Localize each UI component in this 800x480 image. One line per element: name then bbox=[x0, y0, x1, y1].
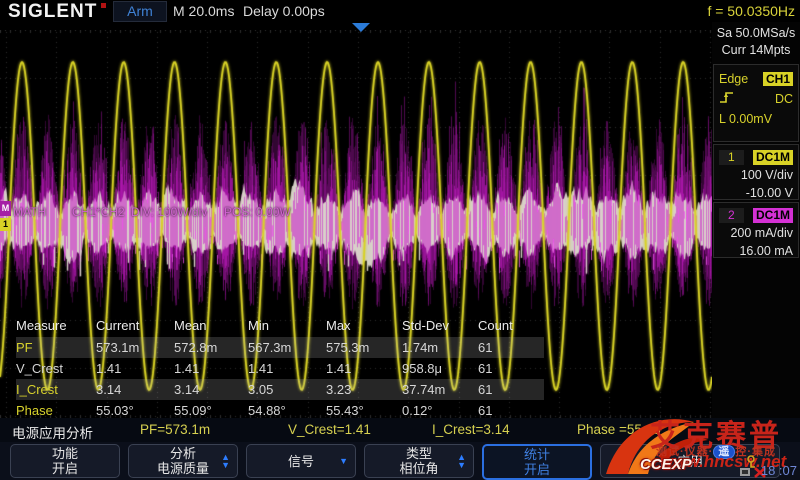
down-arrow-icon: ▼ bbox=[339, 457, 348, 465]
clock-readout: 18 :07 bbox=[761, 463, 797, 478]
cell: 3.05 bbox=[248, 379, 326, 400]
delay-readout: Delay 0.00ps bbox=[243, 3, 325, 19]
cell: 1.41 bbox=[96, 358, 174, 379]
cell: 3.23 bbox=[326, 379, 402, 400]
cell: 61 bbox=[478, 358, 526, 379]
cell: 61 bbox=[478, 337, 526, 358]
cell: 1.74m bbox=[402, 337, 478, 358]
channel2-number: 2 bbox=[719, 208, 744, 223]
col-min: Min bbox=[248, 314, 326, 337]
brand-logo: SIGLENT bbox=[8, 1, 97, 23]
row-label: V_Crest bbox=[16, 358, 96, 379]
brand-trademark-icon bbox=[101, 3, 106, 8]
button-label: 开启 bbox=[484, 462, 590, 477]
ch1-ground-marker[interactable]: 1 bbox=[0, 218, 11, 231]
math-position: POS: 0.00W bbox=[224, 205, 291, 219]
analysis-title: 电源应用分析 bbox=[12, 422, 93, 442]
trigger-info-box[interactable]: Edge CH1 DC L 0.00mV bbox=[713, 64, 799, 142]
col-current: Current bbox=[96, 314, 174, 337]
col-mean: Mean bbox=[174, 314, 248, 337]
timebase-readout: M 20.0ms bbox=[173, 3, 234, 19]
cell: 573.1m bbox=[96, 337, 174, 358]
cell: 575.3m bbox=[326, 337, 402, 358]
cell: 3.14 bbox=[96, 379, 174, 400]
channel2-coupling-badge: DC1M bbox=[753, 208, 793, 223]
table-row-vcrest: V_Crest 1.41 1.41 1.41 1.41 958.8μ 61 bbox=[16, 358, 544, 379]
col-stddev: Std-Dev bbox=[402, 314, 478, 337]
icrest-readout: I_Crest=3.14 bbox=[432, 422, 510, 437]
right-side-panel: Sa 50.0MSa/s Curr 14Mpts Edge CH1 DC L 0… bbox=[712, 22, 800, 418]
menu-button-type[interactable]: 类型 相位角 ▲▼ bbox=[364, 444, 474, 478]
rising-edge-icon bbox=[719, 90, 736, 108]
updown-arrow-icon: ▲▼ bbox=[457, 453, 466, 469]
row-label: PF bbox=[16, 337, 96, 358]
cell: 567.3m bbox=[248, 337, 326, 358]
trigger-coupling: DC bbox=[775, 92, 793, 106]
cell: 1.41 bbox=[248, 358, 326, 379]
math-scale: DIV: 100W/div bbox=[131, 205, 207, 219]
col-count: Count bbox=[478, 314, 526, 337]
trigger-source-badge: CH1 bbox=[763, 72, 793, 86]
channel2-scale: 200 mA/div bbox=[719, 224, 793, 242]
math-ground-marker[interactable]: M bbox=[0, 201, 11, 216]
menu-button-function[interactable]: 功能 开启 bbox=[10, 444, 120, 478]
cell: 61 bbox=[478, 379, 526, 400]
vcrest-readout: V_Crest=1.41 bbox=[288, 422, 371, 437]
cell: 572.8m bbox=[174, 337, 248, 358]
table-row-pf: PF 573.1m 572.8m 567.3m 575.3m 1.74m 61 bbox=[16, 337, 544, 358]
channel1-number: 1 bbox=[719, 150, 744, 165]
cell: 1.41 bbox=[326, 358, 402, 379]
row-label: I_Crest bbox=[16, 379, 96, 400]
channel1-offset: -10.00 V bbox=[719, 184, 793, 202]
acquisition-info: Sa 50.0MSa/s Curr 14Mpts bbox=[712, 25, 800, 59]
softkey-menu-bar: 功能 开启 分析 电源质量 ▲▼ 信号 ▼ 类型 相位角 ▲▼ 统计 开启 应用 bbox=[0, 442, 800, 480]
cell: 1.41 bbox=[174, 358, 248, 379]
trigger-level: L 0.00mV bbox=[719, 112, 772, 126]
button-label: 开启 bbox=[11, 461, 119, 476]
acquisition-status-badge: Arm bbox=[113, 1, 167, 22]
button-label: 功能 bbox=[11, 446, 119, 461]
channel2-offset: 16.00 mA bbox=[719, 242, 793, 260]
pf-readout: PF=573.1m bbox=[140, 422, 210, 437]
updown-arrow-icon: ▲▼ bbox=[221, 453, 230, 469]
math-label: MATH bbox=[13, 205, 46, 219]
button-label: 统计 bbox=[484, 447, 590, 462]
channel1-scale: 100 V/div bbox=[719, 166, 793, 184]
trigger-type: Edge bbox=[719, 72, 748, 86]
cell: 3.14 bbox=[174, 379, 248, 400]
channel1-info-box[interactable]: 1 DC1M 100 V/div -10.00 V bbox=[713, 144, 799, 200]
analysis-status-bar: 电源应用分析 PF=573.1m V_Crest=1.41 I_Crest=3.… bbox=[0, 418, 800, 442]
oscilloscope-screen: SIGLENT Arm M 20.0ms Delay 0.00ps f = 50… bbox=[0, 0, 800, 480]
menu-button-statistics[interactable]: 统计 开启 bbox=[482, 444, 592, 480]
sample-rate: Sa 50.0MSa/s bbox=[712, 25, 800, 42]
top-bar: SIGLENT Arm M 20.0ms Delay 0.00ps f = 50… bbox=[0, 0, 800, 22]
math-expression: CH1*CH2 bbox=[72, 205, 125, 219]
table-row-icrest: I_Crest 3.14 3.14 3.05 3.23 37.74m 61 bbox=[16, 379, 544, 400]
cell: 37.74m bbox=[402, 379, 478, 400]
channel2-info-box[interactable]: 2 DC1M 200 mA/div 16.00 mA bbox=[713, 202, 799, 258]
measurement-table: Measure Current Mean Min Max Std-Dev Cou… bbox=[16, 314, 544, 421]
trigger-position-marker[interactable] bbox=[352, 23, 370, 32]
menu-button-signal[interactable]: 信号 ▼ bbox=[246, 444, 356, 478]
menu-button-analysis[interactable]: 分析 电源质量 ▲▼ bbox=[128, 444, 238, 478]
cell: 958.8μ bbox=[402, 358, 478, 379]
measurement-header-row: Measure Current Mean Min Max Std-Dev Cou… bbox=[16, 314, 544, 337]
frequency-counter-readout: f = 50.0350Hz bbox=[707, 3, 795, 19]
channel1-coupling-badge: DC1M bbox=[753, 150, 793, 165]
col-max: Max bbox=[326, 314, 402, 337]
phase-readout: Phase =55.03° bbox=[577, 422, 666, 437]
memory-depth: Curr 14Mpts bbox=[712, 42, 800, 59]
col-measure: Measure bbox=[16, 314, 96, 337]
